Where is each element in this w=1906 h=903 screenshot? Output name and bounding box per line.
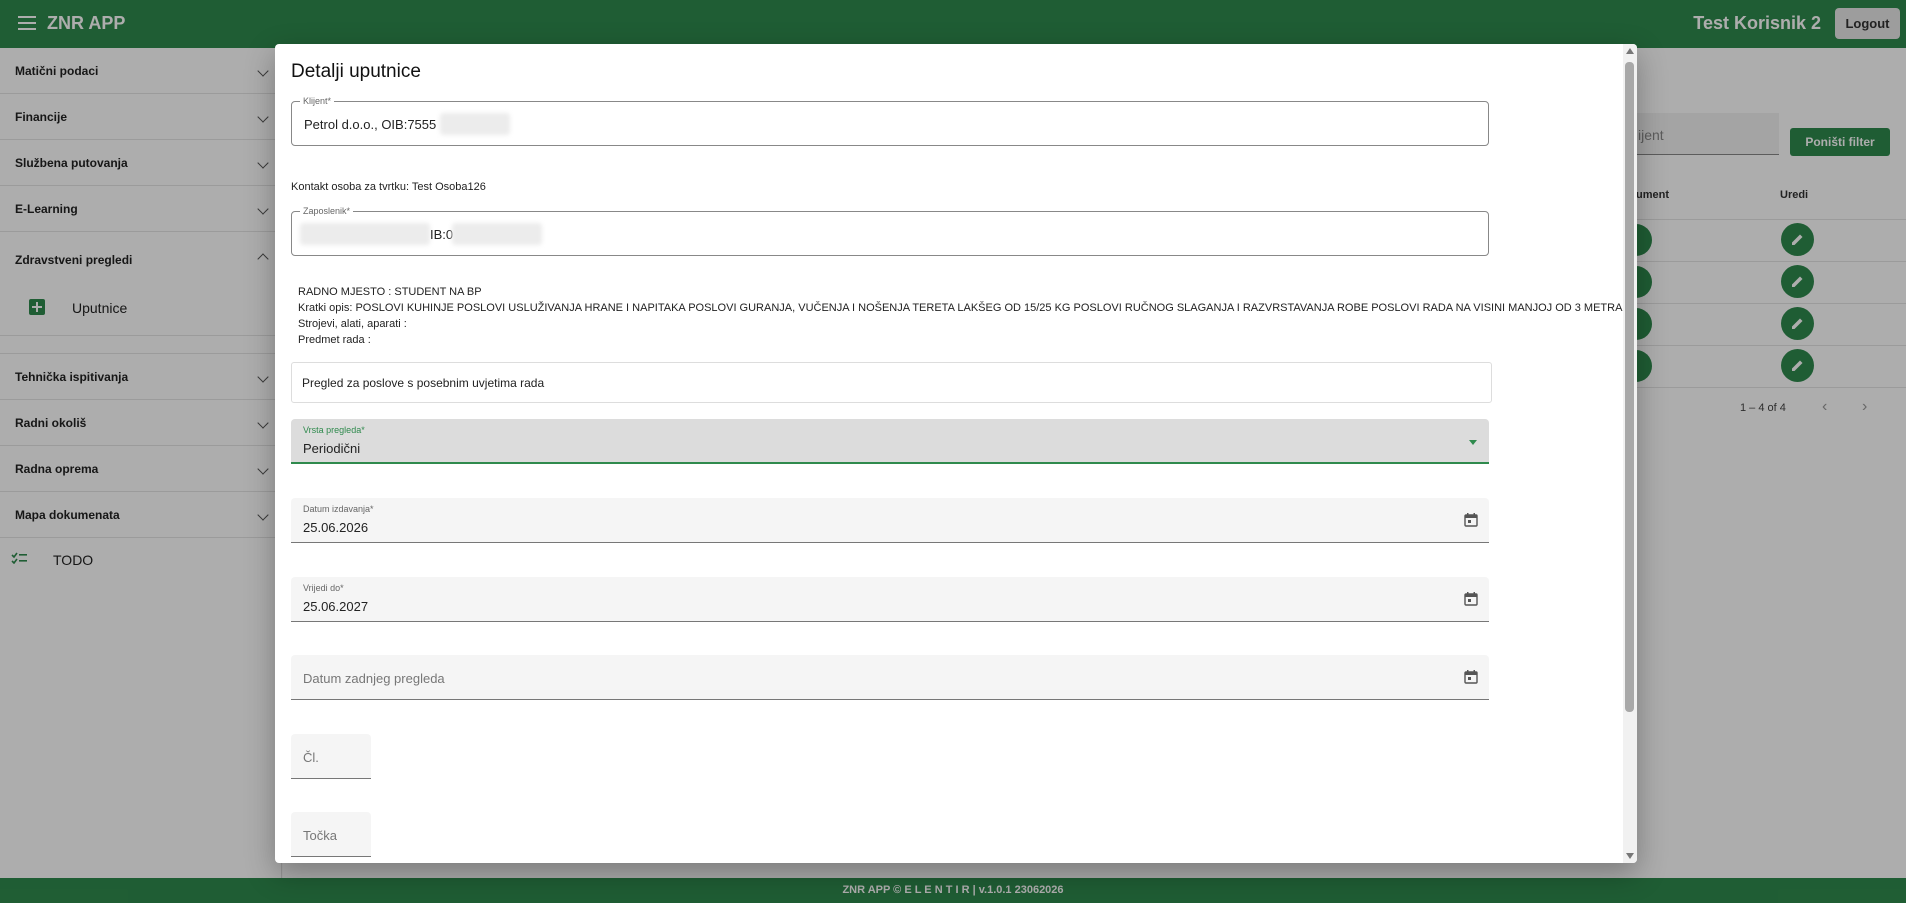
employee-field[interactable]: Zaposlenik* IB:0 [291, 206, 1489, 256]
exam-purpose-field[interactable]: Pregled za poslove s posebnim uvjetima r… [291, 362, 1492, 403]
calendar-icon[interactable] [1463, 512, 1479, 528]
valid-until-label: Vrijedi do* [303, 583, 344, 593]
last-exam-date-placeholder: Datum zadnjeg pregleda [303, 671, 445, 686]
exam-type-value: Periodični [303, 441, 361, 456]
workplace-text: RADNO MJESTO : STUDENT NA BP [298, 286, 482, 298]
calendar-icon[interactable] [1463, 591, 1479, 607]
redacted-area [440, 113, 510, 135]
redacted-area [452, 223, 542, 245]
client-field[interactable]: Klijent* Petrol d.o.o., OIB:7555 [291, 96, 1489, 146]
dialog-scrollbar[interactable] [1623, 44, 1637, 863]
scrollbar-thumb[interactable] [1625, 62, 1634, 712]
short-description-text: Kratki opis: POSLOVI KUHINJE POSLOVI USL… [298, 302, 1623, 314]
valid-until-field[interactable]: Vrijedi do* 25.06.2027 [291, 577, 1489, 622]
redacted-area [300, 223, 430, 245]
scroll-down-arrow-icon[interactable] [1626, 853, 1634, 859]
point-placeholder: Točka [303, 828, 337, 843]
issue-date-field[interactable]: Datum izdavanja* 25.06.2026 [291, 498, 1489, 543]
workplace-info: RADNO MJESTO : STUDENT NA BP Kratki opis… [298, 284, 1622, 348]
dialog-title: Detalji uputnice [291, 61, 421, 82]
scroll-up-arrow-icon[interactable] [1626, 48, 1634, 54]
issue-date-label: Datum izdavanja* [303, 504, 374, 514]
subject-text: Predmet rada : [298, 334, 371, 346]
calendar-icon[interactable] [1463, 669, 1479, 685]
dropdown-arrow-icon [1469, 440, 1477, 445]
referral-details-dialog: Detalji uputnice Klijent* Petrol d.o.o.,… [275, 44, 1637, 863]
contact-person-text: Kontakt osoba za tvrtku: Test Osoba126 [291, 181, 486, 193]
issue-date-value: 25.06.2026 [303, 520, 369, 535]
tools-text: Strojevi, alati, aparati : [298, 318, 407, 330]
employee-field-label: Zaposlenik* [300, 206, 354, 216]
exam-type-select[interactable]: Vrsta pregleda* Periodični [291, 419, 1489, 464]
point-field[interactable]: Točka [291, 812, 371, 857]
exam-type-label: Vrsta pregleda* [303, 425, 365, 435]
client-field-value: Petrol d.o.o., OIB:7555 [304, 117, 437, 132]
article-field[interactable]: Čl. [291, 734, 371, 779]
employee-field-value: IB:0 [430, 227, 454, 242]
article-placeholder: Čl. [303, 750, 319, 765]
valid-until-value: 25.06.2027 [303, 599, 369, 614]
last-exam-date-field[interactable]: Datum zadnjeg pregleda [291, 655, 1489, 700]
client-field-label: Klijent* [300, 96, 335, 106]
